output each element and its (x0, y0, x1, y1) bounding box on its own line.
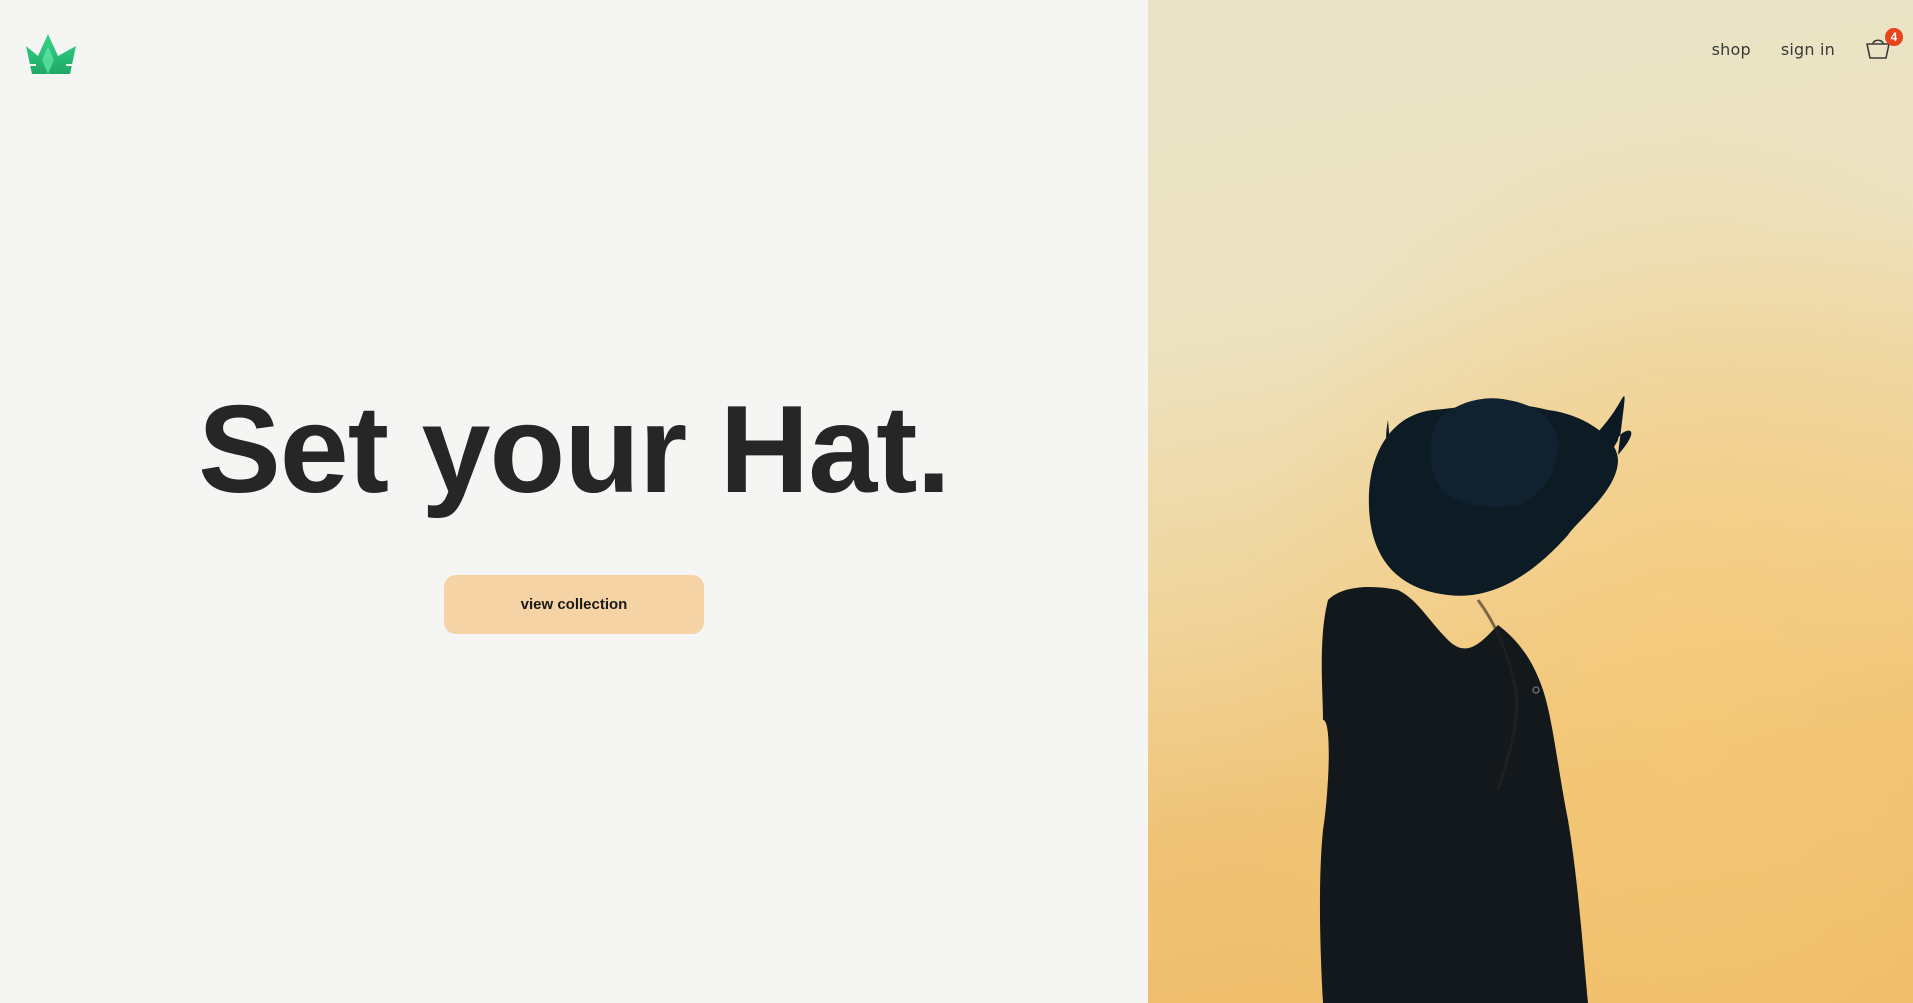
hero-image: shop sign in 4 (1148, 0, 1913, 1003)
person-in-hat-icon (1148, 0, 1913, 1003)
crown-icon[interactable] (24, 32, 80, 80)
nav-sign-in-link[interactable]: sign in (1781, 40, 1835, 59)
nav-shop-link[interactable]: shop (1712, 40, 1751, 59)
top-nav: shop sign in 4 (1712, 28, 1903, 64)
cart-count-badge: 4 (1885, 28, 1903, 46)
hero-left-panel: Set your Hat. view collection (0, 0, 1148, 1003)
hero-title: Set your Hat. (198, 381, 951, 519)
cart-button[interactable]: 4 (1865, 28, 1903, 64)
view-collection-button[interactable]: view collection (444, 575, 704, 634)
page: Set your Hat. view collection shop sign … (0, 0, 1913, 1003)
